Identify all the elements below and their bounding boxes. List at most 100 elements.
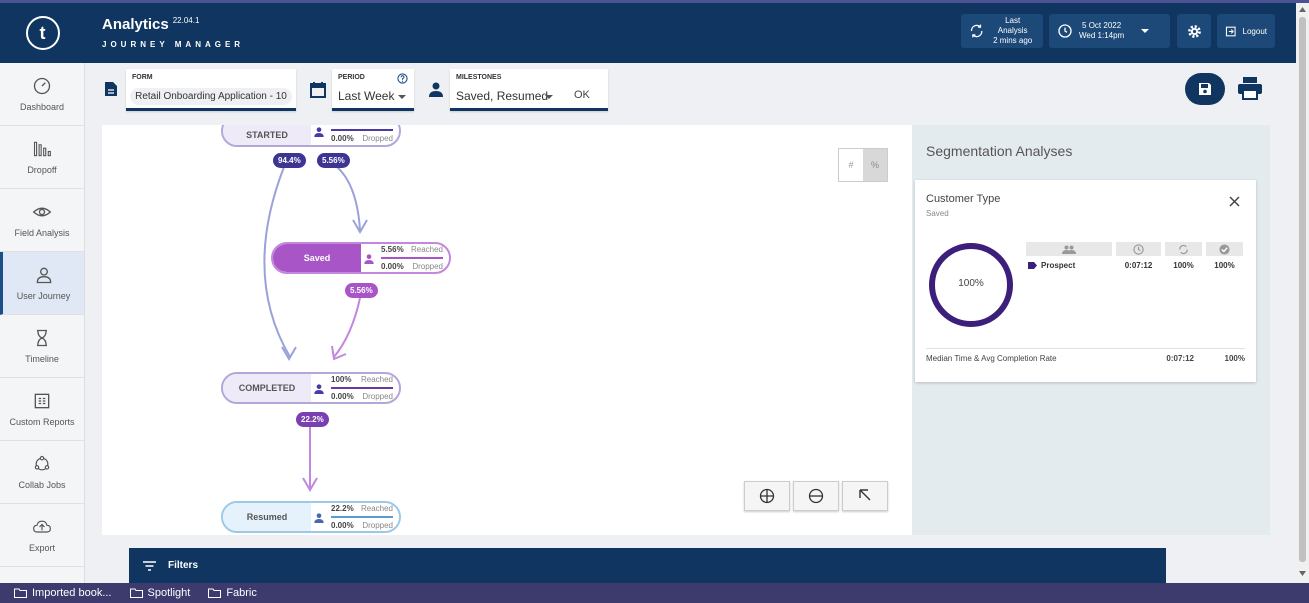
scroll-up-icon[interactable] — [1299, 7, 1306, 12]
close-icon[interactable] — [1229, 196, 1240, 207]
date-selector[interactable]: 5 Oct 2022 Wed 1:14pm — [1049, 14, 1170, 48]
reached-value: 100% — [331, 375, 352, 384]
user-icon — [36, 267, 51, 284]
bookmark-label: Fabric — [226, 587, 257, 599]
filters-label: Filters — [168, 560, 199, 571]
edge-label: 5.56% — [345, 283, 378, 298]
reached-bar — [331, 387, 393, 389]
settings-button[interactable] — [1177, 14, 1211, 48]
filter-lines-icon — [143, 560, 156, 571]
edge-saved-completed — [333, 297, 361, 358]
dropped-value: 0.00% — [381, 262, 404, 271]
bookmark-label: Imported book... — [32, 587, 112, 599]
milestones-selector[interactable]: MILESTONES Saved, Resumed OK — [450, 69, 608, 111]
form-label: FORM — [132, 74, 153, 81]
scroll-thumb[interactable] — [1299, 17, 1306, 562]
form-value[interactable]: Retail Onboarding Application - 10 — [130, 88, 292, 105]
edge-label: 5.56% — [317, 153, 350, 168]
save-icon — [1199, 83, 1211, 95]
node-label: STARTED — [223, 125, 311, 145]
journey-canvas[interactable]: STARTED 0.00% Dropped Saved 5.56% Reache… — [102, 125, 912, 535]
bookmark-folder[interactable]: Imported book... — [14, 587, 112, 599]
filters-bar[interactable]: Filters — [129, 548, 1166, 583]
bookmarks-bar: Imported book... Spotlight Fabric — [0, 583, 1309, 603]
reached-label: Reached — [360, 375, 393, 384]
last-analysis-label: Last Analysis — [997, 16, 1028, 35]
dropped-value: 0.00% — [331, 521, 354, 530]
reached-label: Reached — [410, 245, 443, 254]
column-header-refresh — [1165, 242, 1202, 256]
time-label: Wed 1:14pm — [1079, 31, 1125, 40]
zoom-out-button[interactable] — [793, 481, 839, 511]
gear-icon — [1187, 24, 1201, 38]
reached-bar — [331, 516, 393, 518]
filter-toolbar: FORM Retail Onboarding Application - 10 … — [85, 63, 1296, 123]
app-header: Analytics 22.04.1 JOURNEY MANAGER Last An… — [85, 3, 1296, 63]
count-percent-toggle[interactable]: # % — [838, 148, 888, 182]
save-button[interactable] — [1185, 73, 1225, 105]
report-icon — [34, 393, 50, 409]
bookmark-folder[interactable]: Spotlight — [129, 587, 190, 599]
logout-button[interactable]: Logout — [1217, 14, 1275, 48]
logo[interactable]: t — [25, 16, 60, 50]
segment-rate-1: 100% — [1173, 261, 1194, 270]
node-label: Saved — [273, 244, 361, 272]
zoom-in-button[interactable] — [744, 481, 790, 511]
last-analysis-button[interactable]: Last Analysis 2 mins ago — [961, 14, 1043, 48]
crosshair-plus-icon — [759, 488, 775, 504]
column-header-completion — [1206, 242, 1243, 256]
print-button[interactable] — [1237, 76, 1263, 100]
dropped-value: 0.00% — [331, 392, 354, 401]
node-label: Resumed — [223, 503, 311, 531]
arrow-up-left-icon — [859, 489, 871, 501]
ok-button[interactable]: OK — [574, 89, 590, 101]
dropped-label: Dropped — [362, 521, 393, 530]
reset-view-button[interactable] — [842, 481, 888, 511]
reached-value: 5.56% — [381, 245, 404, 254]
sidebar-item-timeline[interactable]: Timeline — [0, 315, 84, 378]
minus-circle-icon — [808, 488, 824, 504]
period-label: PERIOD — [338, 74, 365, 81]
sidebar-item-dropoff[interactable]: Dropoff — [0, 126, 84, 189]
bookmark-folder[interactable]: Fabric — [208, 587, 257, 599]
chevron-down-icon — [398, 95, 406, 99]
tag-icon — [1028, 262, 1037, 269]
period-selector[interactable]: PERIOD Last Week — [332, 69, 414, 111]
page-scrollbar[interactable] — [1296, 3, 1309, 583]
app-version: 22.04.1 — [172, 16, 200, 25]
sidebar-item-export[interactable]: Export — [0, 504, 84, 567]
last-analysis-time: 2 mins ago — [993, 36, 1033, 45]
period-value: Last Week — [338, 89, 395, 103]
sidebar-item-label: Export — [28, 543, 55, 553]
folder-icon — [14, 588, 27, 598]
logo-area[interactable]: t — [0, 3, 85, 63]
scroll-down-icon[interactable] — [1299, 571, 1306, 576]
donut-label: 100% — [958, 278, 984, 289]
help-icon[interactable] — [397, 73, 408, 84]
folder-icon — [129, 588, 143, 598]
sidebar-item-custom-reports[interactable]: Custom Reports — [0, 378, 84, 441]
reached-value: 22.2% — [331, 504, 354, 513]
card-title: Customer Type — [926, 193, 1001, 205]
segmentation-panel: Segmentation Analyses Customer Type Save… — [912, 125, 1270, 535]
logout-icon — [1225, 26, 1236, 36]
dropoff-bars-icon — [33, 141, 51, 157]
edge-label: 22.2% — [296, 412, 329, 427]
group-icon — [1062, 245, 1076, 254]
journey-node-saved[interactable]: Saved 5.56% Reached 0.00% Dropped — [271, 242, 451, 274]
sidebar-item-field-analysis[interactable]: Field Analysis — [0, 189, 84, 252]
journey-node-completed[interactable]: COMPLETED 100% Reached 0.00% Dropped — [221, 372, 401, 404]
sidebar-item-user-journey[interactable]: User Journey — [0, 252, 84, 315]
column-header-time — [1116, 242, 1161, 256]
sidebar-item-collab-jobs[interactable]: Collab Jobs — [0, 441, 84, 504]
toggle-count[interactable]: # — [839, 149, 863, 181]
sidebar-item-dashboard[interactable]: Dashboard — [0, 63, 84, 126]
node-label: COMPLETED — [223, 374, 311, 402]
toggle-percent[interactable]: % — [863, 149, 887, 181]
form-selector[interactable]: FORM Retail Onboarding Application - 10 — [126, 69, 296, 111]
reached-label: Reached — [360, 504, 393, 513]
calendar-icon — [310, 82, 326, 98]
journey-node-resumed[interactable]: Resumed 22.2% Reached 0.00% Dropped — [221, 501, 401, 533]
sidebar-item-label: Timeline — [25, 354, 59, 364]
journey-node-started[interactable]: STARTED 0.00% Dropped — [221, 125, 401, 147]
